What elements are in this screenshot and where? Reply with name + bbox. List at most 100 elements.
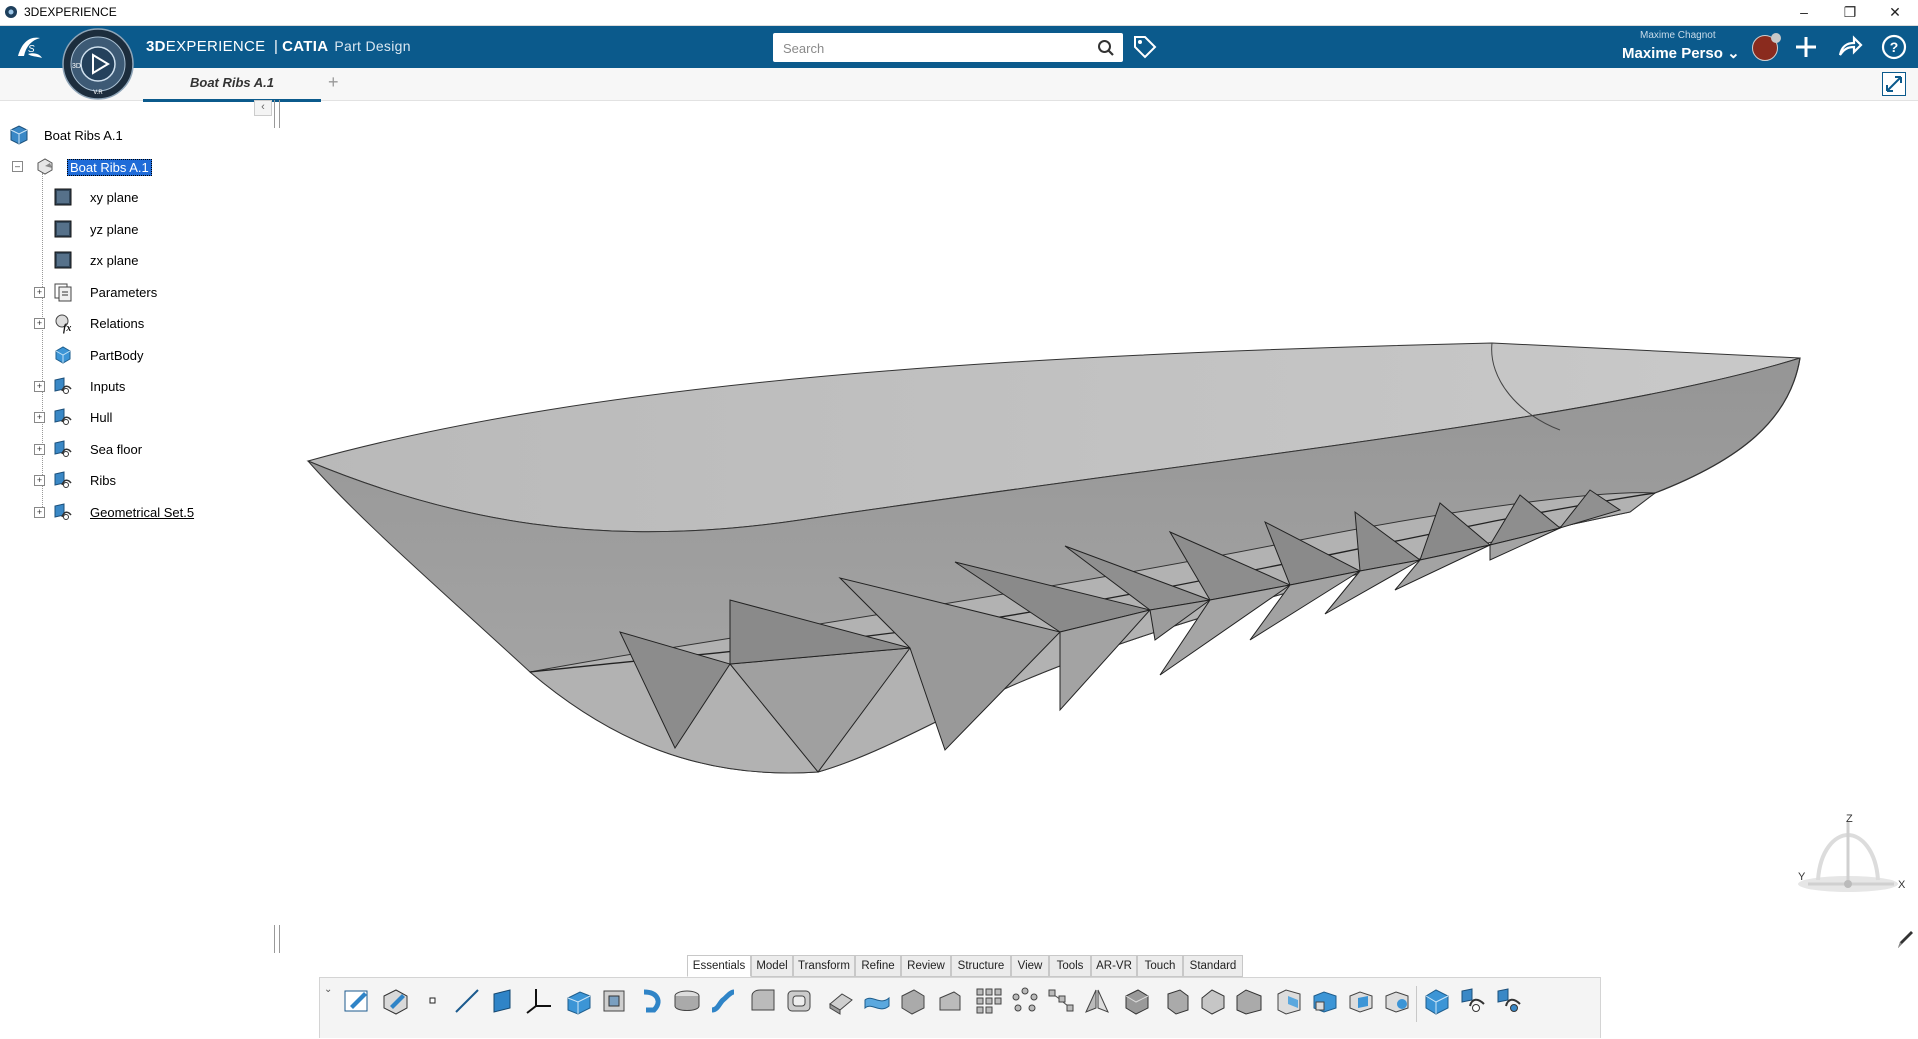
section-structure[interactable]: Structure [951, 955, 1011, 977]
plane-icon [54, 251, 72, 269]
brand-title: 3DEXPERIENCE | CATIA Part Design [146, 38, 411, 55]
boat-hull-model[interactable] [306, 342, 1801, 774]
section-transform[interactable]: Transform [793, 955, 855, 977]
axis-y-label: Y [1798, 871, 1806, 883]
circular-pattern-icon[interactable] [1010, 986, 1040, 1016]
action-bar-collapse-icon[interactable]: ⌄ [324, 984, 332, 995]
section-ar-vr[interactable]: AR-VR [1091, 955, 1137, 977]
rib-icon[interactable] [636, 986, 666, 1016]
tree-root-label: Boat Ribs A.1 [44, 128, 123, 143]
tab-bar: Boat Ribs A.1 + [0, 68, 1918, 102]
add-tab-button[interactable]: + [328, 72, 339, 93]
tree-item-label: Hull [90, 410, 113, 425]
user-name: Maxime Perso [1622, 45, 1723, 62]
section-touch[interactable]: Touch [1137, 955, 1183, 977]
fill-surface-icon[interactable] [934, 986, 964, 1016]
section-tools[interactable]: Tools [1049, 955, 1091, 977]
section-essentials[interactable]: Essentials [687, 955, 751, 977]
share-icon[interactable] [1836, 33, 1864, 61]
partbody-icon [55, 346, 71, 364]
search-input[interactable] [781, 37, 1085, 59]
offset-surface-icon[interactable] [898, 986, 928, 1016]
split-icon[interactable] [1122, 986, 1152, 1016]
tree-item-label: PartBody [90, 348, 144, 363]
boolean-intersect-icon[interactable] [1382, 986, 1412, 1016]
edge-fillet-icon[interactable] [748, 986, 778, 1016]
pen-icon[interactable] [1896, 930, 1914, 950]
user-menu[interactable]: Maxime Perso ⌄ [1622, 44, 1740, 62]
expand-toggle-icon[interactable]: + [34, 475, 45, 486]
mirror-icon[interactable] [1082, 986, 1112, 1016]
pattern-icon[interactable] [974, 986, 1004, 1016]
shaft-icon[interactable] [672, 986, 702, 1016]
line-icon[interactable] [452, 986, 482, 1016]
product-icon [10, 125, 28, 145]
search-icon[interactable] [1097, 39, 1115, 57]
axis-triad[interactable]: Z X Y [1798, 813, 1906, 892]
close-surface-icon[interactable] [1198, 986, 1228, 1016]
sweep-icon[interactable] [708, 986, 738, 1016]
axis-system-icon[interactable] [524, 986, 554, 1016]
geometrical-set-icon [54, 503, 72, 520]
boolean-add-icon[interactable] [1310, 986, 1340, 1016]
tree-item-label: Geometrical Set.5 [90, 505, 195, 520]
tree-item-label: yz plane [90, 222, 139, 237]
geometrical-set-insert-icon[interactable] [1494, 986, 1524, 1016]
draft-icon[interactable] [1274, 986, 1304, 1016]
boolean-union-trim-icon[interactable] [1422, 986, 1452, 1016]
expand-toggle-icon[interactable]: + [34, 444, 45, 455]
svg-text:fx: fx [63, 323, 71, 334]
point-icon[interactable] [418, 986, 448, 1016]
compass-icon[interactable]: 3D V.R [62, 28, 134, 100]
user-full-name: Maxime Chagnot [1640, 30, 1716, 41]
tree-item-label: Relations [90, 316, 145, 331]
dassault-logo-icon[interactable]: S [12, 32, 48, 62]
tree-item-label: Inputs [90, 379, 126, 394]
chamfer-icon[interactable] [1234, 986, 1264, 1016]
close-window-button[interactable]: ✕ [1872, 0, 1918, 25]
brand-role: Part Design [334, 38, 411, 54]
thick-surface-icon[interactable] [1162, 986, 1192, 1016]
3d-viewport[interactable]: Z X Y [280, 101, 1910, 951]
expand-toggle-icon[interactable]: + [34, 287, 45, 298]
expand-toggle-icon[interactable]: + [34, 318, 45, 329]
curve-pattern-icon[interactable] [1046, 986, 1076, 1016]
pocket-icon[interactable] [600, 986, 630, 1016]
compass-vr-label: V.R [93, 90, 103, 96]
section-standard[interactable]: Standard [1183, 955, 1243, 977]
fit-all-icon[interactable] [1882, 72, 1906, 96]
action-bar: ⌄ [319, 977, 1601, 1038]
section-refine[interactable]: Refine [855, 955, 901, 977]
boolean-remove-icon[interactable] [1346, 986, 1376, 1016]
extrude-surface-icon[interactable] [862, 986, 892, 1016]
restore-button[interactable]: ❐ [1827, 0, 1873, 25]
geometrical-set-icon [54, 471, 72, 488]
section-model[interactable]: Model [751, 955, 793, 977]
plane-icon[interactable] [488, 986, 518, 1016]
body-icon[interactable] [1458, 986, 1488, 1016]
add-icon[interactable] [1792, 33, 1820, 61]
positioned-sketch-icon[interactable] [380, 986, 410, 1016]
expand-toggle-icon[interactable]: + [34, 507, 45, 518]
shell-icon[interactable] [784, 986, 814, 1016]
tree-item-label: Sea floor [90, 442, 143, 457]
top-bar: S 3DEXPERIENCE |CATIAPart Design Maxime … [0, 26, 1918, 68]
action-bar-separator [1416, 986, 1417, 1022]
pad-icon[interactable] [564, 986, 594, 1016]
thickness-icon[interactable] [826, 986, 856, 1016]
brand-separator: | [273, 38, 279, 55]
collapse-toggle-icon[interactable]: – [12, 161, 23, 172]
tab-boat-ribs[interactable]: Boat Ribs A.1 [143, 68, 321, 102]
sketch-icon[interactable] [342, 986, 372, 1016]
tag-icon[interactable] [1132, 34, 1158, 60]
minimize-button[interactable]: – [1781, 0, 1827, 25]
help-icon[interactable]: ? [1880, 33, 1908, 61]
section-view[interactable]: View [1011, 955, 1049, 977]
section-review[interactable]: Review [901, 955, 951, 977]
expand-toggle-icon[interactable]: + [34, 412, 45, 423]
expand-toggle-icon[interactable]: + [34, 381, 45, 392]
parameters-icon [54, 283, 72, 302]
geometrical-set-icon [54, 408, 72, 425]
compass-3d-label: 3D [72, 63, 81, 70]
search-box[interactable] [773, 33, 1123, 62]
